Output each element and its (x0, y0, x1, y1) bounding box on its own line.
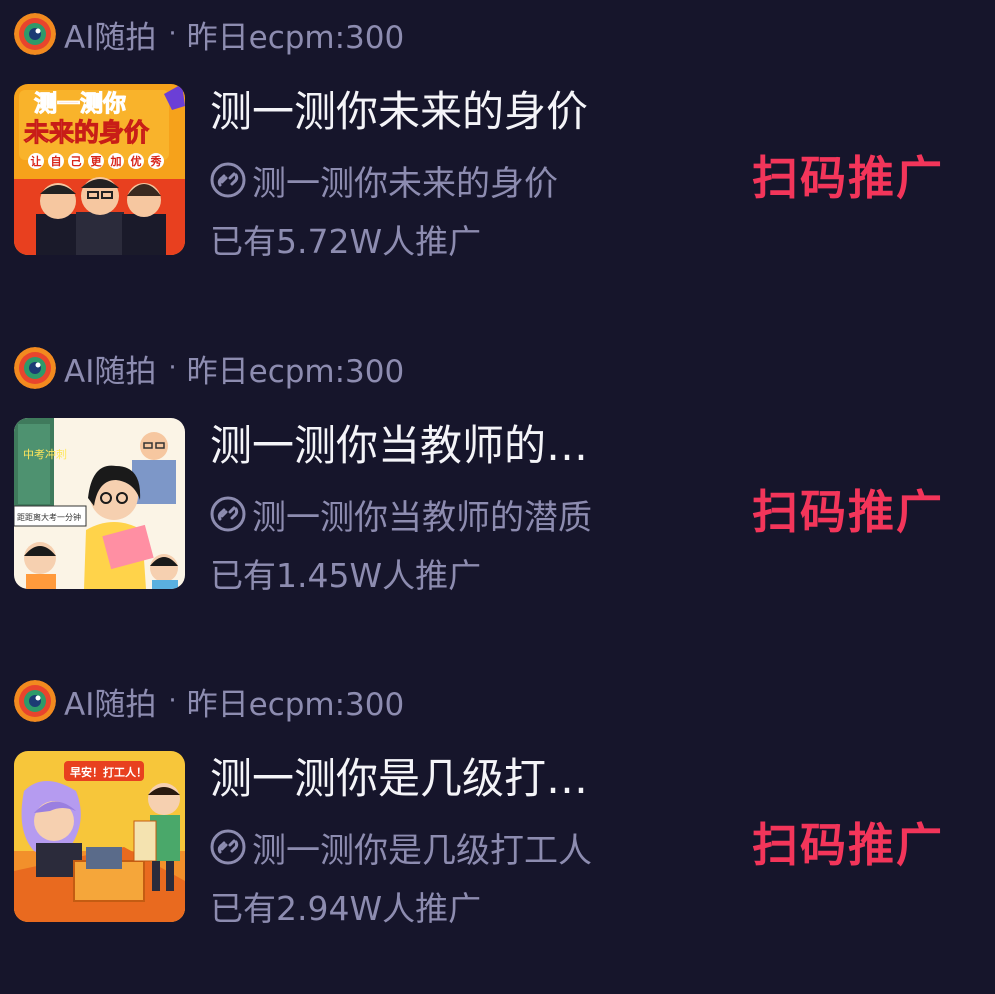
promo-card[interactable]: AI随拍 · 昨日ecpm:300 早安！打工人！ 测一测你是几级打… 测一测你… (0, 667, 995, 967)
thumb-text-line2: 未来的身价 (24, 118, 150, 147)
promo-count: 已有2.94W人推广 (210, 889, 482, 928)
promo-card[interactable]: AI随拍 · 昨日ecpm:300 中考冲刺 距距离大考一分钟 测一测你当教师的… (0, 334, 995, 634)
source-row: AI随拍 · 昨日ecpm:300 (14, 679, 404, 723)
thumb-badge: 更 (91, 155, 103, 168)
separator-dot: · (168, 686, 177, 716)
thumbnail-image[interactable]: 测一测你 未来的身价 让 自 己 更 加 优 秀 (14, 84, 185, 255)
ecpm-stat: 昨日ecpm:300 (186, 353, 405, 390)
thumb-board: 距距离大考一分钟 (17, 512, 81, 522)
separator-dot: · (168, 19, 177, 49)
thumbnail-image[interactable]: 中考冲刺 距距离大考一分钟 (14, 418, 185, 589)
link-chain-icon (210, 496, 246, 532)
thumbnail-image[interactable]: 早安！打工人！ (14, 751, 185, 922)
scan-promote-button[interactable]: 扫码推广 (752, 482, 952, 542)
scan-promote-button[interactable]: 扫码推广 (752, 148, 952, 208)
thumb-text-line1: 测一测你 (34, 91, 126, 117)
link-chain-icon (210, 162, 246, 198)
thumb-badge: 秀 (150, 154, 162, 168)
source-row: AI随拍 · 昨日ecpm:300 (14, 12, 404, 56)
card-title[interactable]: 测一测你是几级打… (210, 751, 630, 807)
source-name: AI随拍 (64, 686, 157, 723)
thumb-badge: 优 (131, 154, 142, 168)
source-row: AI随拍 · 昨日ecpm:300 (14, 346, 404, 390)
thumb-badge: 加 (110, 154, 122, 168)
link-row[interactable]: 测一测你未来的身价 (210, 158, 558, 204)
thumb-badge: 让 (31, 154, 42, 168)
link-row[interactable]: 测一测你当教师的潜质 (210, 492, 592, 538)
promo-card[interactable]: AI随拍 · 昨日ecpm:300 测一测你 未来的身价 让 自 己 更 加 优… (0, 0, 995, 300)
thumb-badge: 自 (51, 154, 62, 168)
link-text: 测一测你当教师的潜质 (252, 497, 592, 538)
thumb-banner: 中考冲刺 (23, 447, 67, 461)
link-row[interactable]: 测一测你是几级打工人 (210, 825, 592, 871)
source-name: AI随拍 (64, 19, 157, 56)
card-title[interactable]: 测一测你当教师的… (210, 418, 630, 474)
thumb-banner: 早安！打工人！ (70, 765, 147, 779)
thumb-badge: 己 (71, 155, 82, 168)
card-title[interactable]: 测一测你未来的身价 (210, 84, 630, 140)
source-name: AI随拍 (64, 353, 157, 390)
ai-camera-logo-icon (14, 347, 56, 389)
link-text: 测一测你未来的身价 (252, 163, 558, 204)
separator-dot: · (168, 353, 177, 383)
link-chain-icon (210, 829, 246, 865)
ecpm-stat: 昨日ecpm:300 (186, 19, 405, 56)
scan-promote-button[interactable]: 扫码推广 (752, 815, 952, 875)
ecpm-stat: 昨日ecpm:300 (186, 686, 405, 723)
ai-camera-logo-icon (14, 680, 56, 722)
link-text: 测一测你是几级打工人 (252, 830, 592, 871)
ai-camera-logo-icon (14, 13, 56, 55)
promo-count: 已有5.72W人推广 (210, 222, 482, 261)
promo-count: 已有1.45W人推广 (210, 556, 482, 595)
